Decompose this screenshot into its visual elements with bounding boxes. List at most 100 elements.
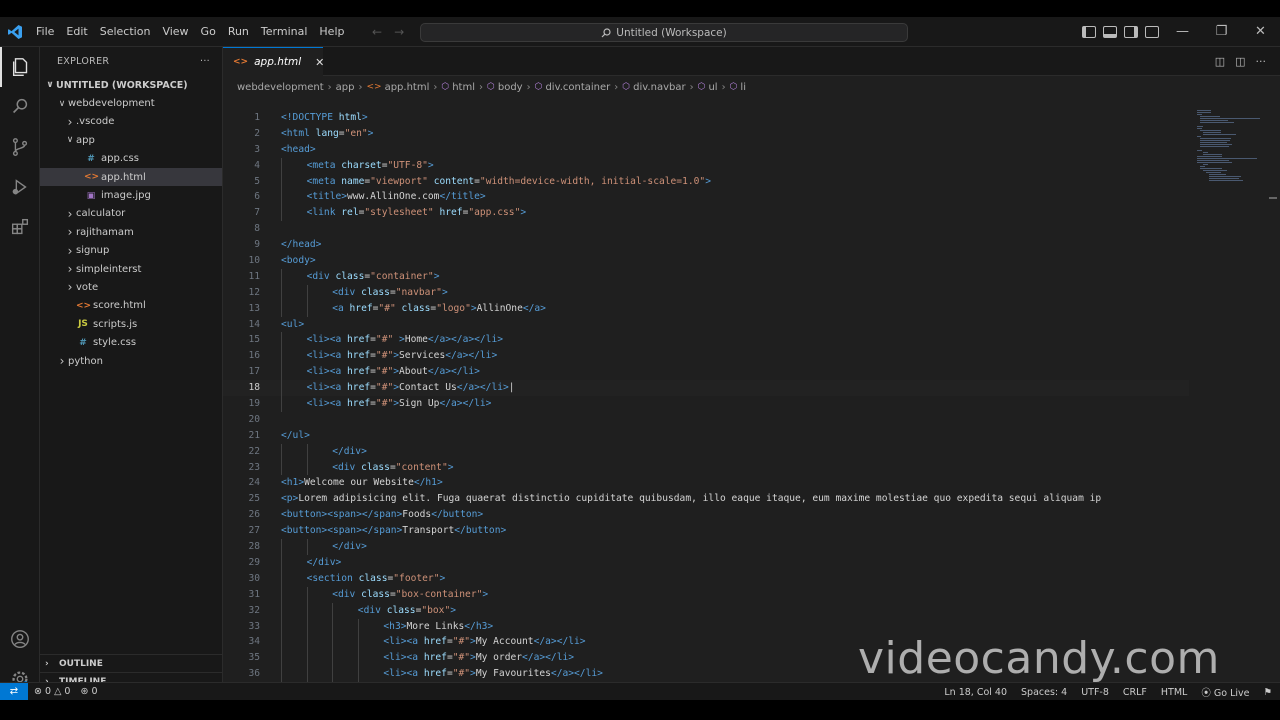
tab-app-html[interactable]: <> app.html ✕ <box>223 47 324 76</box>
code-line[interactable]: 17 <li><a href="#">About</a></li> <box>223 364 1189 381</box>
code-line[interactable]: 9 </head> <box>223 237 1189 253</box>
back-arrow-icon[interactable]: ← <box>372 25 382 39</box>
tree-item[interactable]: JS scripts.js <box>40 315 222 333</box>
remote-icon[interactable]: ⇄ <box>0 682 28 701</box>
close-tab-icon[interactable]: ✕ <box>315 56 324 69</box>
breadcrumb-item[interactable]: webdevelopment <box>237 82 324 93</box>
split-editor-icon[interactable]: ◫ <box>1235 55 1245 68</box>
more-actions-icon[interactable]: ··· <box>200 56 210 67</box>
code-line[interactable]: 23 <div class="content"> <box>223 459 1189 476</box>
language-mode[interactable]: HTML <box>1161 687 1187 698</box>
cursor-position[interactable]: Ln 18, Col 40 <box>944 687 1007 698</box>
tree-item[interactable]: › signup <box>40 242 222 260</box>
code-line[interactable]: 4 <meta charset="UTF-8"> <box>223 157 1189 174</box>
tree-item[interactable]: › simpleinterst <box>40 260 222 278</box>
menu-selection[interactable]: Selection <box>94 17 157 47</box>
menu-edit[interactable]: Edit <box>60 17 93 47</box>
code-line[interactable]: 14 <ul> <box>223 317 1189 333</box>
toggle-secondary-sidebar-icon[interactable] <box>1124 26 1138 38</box>
tree-item[interactable]: › vote <box>40 278 222 296</box>
tree-item[interactable]: › rajithamam <box>40 223 222 241</box>
code-line[interactable]: 7 <link rel="stylesheet" href="app.css"> <box>223 205 1189 222</box>
notifications-bell-icon[interactable]: ⚑ <box>1263 687 1272 698</box>
tree-item[interactable]: ∨ webdevelopment <box>40 94 222 112</box>
encoding[interactable]: UTF-8 <box>1081 687 1109 698</box>
code-line[interactable]: 2 <html lang="en"> <box>223 126 1189 142</box>
code-line[interactable]: 20 <box>223 412 1189 428</box>
tree-item[interactable]: › .vscode <box>40 113 222 131</box>
code-line[interactable]: 29 </div> <box>223 554 1189 571</box>
code-line[interactable]: 11 <div class="container"> <box>223 268 1189 285</box>
code-line[interactable]: 13 <a href="#" class="logo">AllinOne</a> <box>223 300 1189 317</box>
breadcrumb-item[interactable]: html <box>452 82 475 93</box>
explorer-icon[interactable] <box>0 47 40 87</box>
code-line[interactable]: 18 <li><a href="#">Contact Us</a></li>| <box>223 380 1189 397</box>
code-line[interactable]: 21 </ul> <box>223 428 1189 444</box>
code-line[interactable]: 25 <p>Lorem adipisicing elit. Fuga quaera… <box>223 491 1189 507</box>
code-line[interactable]: 31 <div class="box-container"> <box>223 586 1189 603</box>
code-line[interactable]: 5 <meta name="viewport" content="width=de… <box>223 173 1189 190</box>
tree-item[interactable]: <> score.html <box>40 297 222 315</box>
code-line[interactable]: 19 <li><a href="#">Sign Up</a></li> <box>223 396 1189 412</box>
search-icon[interactable] <box>0 87 40 127</box>
toggle-primary-sidebar-icon[interactable] <box>1082 26 1096 38</box>
minimize-icon[interactable]: — <box>1163 17 1202 47</box>
command-center[interactable]: Untitled (Workspace) <box>420 23 908 42</box>
tree-item[interactable]: ∨ app <box>40 131 222 149</box>
code-line[interactable]: 33 <h3>More Links</h3> <box>223 618 1189 635</box>
close-window-icon[interactable]: ✕ <box>1241 17 1280 47</box>
menu-go[interactable]: Go <box>195 17 222 47</box>
code-line[interactable]: 8 <box>223 221 1189 237</box>
breadcrumb-item[interactable]: app.html <box>385 82 430 93</box>
breadcrumb-item[interactable]: div.navbar <box>633 82 685 93</box>
menu-terminal[interactable]: Terminal <box>255 17 314 47</box>
tree-item[interactable]: ▣ image.jpg <box>40 186 222 204</box>
code-line[interactable]: 6 <title>www.AllinOne.com</title> <box>223 189 1189 206</box>
menu-run[interactable]: Run <box>222 17 255 47</box>
code-line[interactable]: 15 <li><a href="#" >Home</a></a></li> <box>223 332 1189 349</box>
menu-file[interactable]: File <box>30 17 60 47</box>
code-line[interactable]: 24 <h1>Welcome our Website</h1> <box>223 475 1189 491</box>
accounts-icon[interactable] <box>0 619 40 659</box>
extensions-icon[interactable] <box>0 207 40 247</box>
ports-indicator[interactable]: ⊛ 0 <box>80 686 97 697</box>
menu-help[interactable]: Help <box>313 17 350 47</box>
tree-item[interactable]: <> app.html <box>40 167 222 187</box>
forward-arrow-icon[interactable]: → <box>394 25 404 39</box>
code-line[interactable]: 22 </div> <box>223 443 1189 460</box>
customize-layout-icon[interactable] <box>1145 26 1159 38</box>
tree-item[interactable]: # app.css <box>40 150 222 168</box>
code-line[interactable]: 12 <div class="navbar"> <box>223 284 1189 301</box>
code-line[interactable]: 1 <!DOCTYPE html> <box>223 110 1189 126</box>
code-editor[interactable]: 1 <!DOCTYPE html> 2 <html lang="en"> 3 <head>… <box>223 110 1189 690</box>
restore-icon[interactable]: ❐ <box>1202 17 1241 47</box>
indentation[interactable]: Spaces: 4 <box>1021 687 1067 698</box>
source-control-icon[interactable] <box>0 127 40 167</box>
breadcrumb-item[interactable]: body <box>498 82 523 93</box>
more-editor-actions-icon[interactable]: ··· <box>1256 55 1267 68</box>
menu-view[interactable]: View <box>156 17 194 47</box>
tree-item[interactable]: # style.css <box>40 333 222 351</box>
tree-item[interactable]: › python <box>40 352 222 370</box>
toggle-panel-icon[interactable] <box>1103 26 1117 38</box>
code-line[interactable]: 30 <section class="footer"> <box>223 570 1189 587</box>
code-line[interactable]: 26 <button><span></span>Foods</button> <box>223 507 1189 523</box>
code-line[interactable]: 28 </div> <box>223 539 1189 555</box>
minimap[interactable] <box>1189 98 1269 690</box>
code-line[interactable]: 16 <li><a href="#">Services</a></li> <box>223 348 1189 365</box>
go-live-button[interactable]: ⦿ Go Live <box>1201 685 1249 699</box>
breadcrumb-item[interactable]: li <box>740 82 746 93</box>
breadcrumb-item[interactable]: div.container <box>545 82 610 93</box>
workspace-root[interactable]: ∨ UNTITLED (WORKSPACE) <box>40 76 222 94</box>
code-line[interactable]: 3 <head> <box>223 142 1189 158</box>
code-line[interactable]: 32 <div class="box"> <box>223 602 1189 619</box>
tree-item[interactable]: › calculator <box>40 205 222 223</box>
line-ending[interactable]: CRLF <box>1123 687 1147 698</box>
run-debug-icon[interactable] <box>0 167 40 207</box>
breadcrumb-item[interactable]: app <box>336 82 355 93</box>
code-line[interactable]: 10 <body> <box>223 253 1189 269</box>
outline-section[interactable]: › OUTLINE <box>40 654 223 672</box>
open-preview-icon[interactable]: ◫ <box>1215 55 1225 68</box>
code-line[interactable]: 27 <button><span></span>Transport</button… <box>223 523 1189 539</box>
breadcrumb-item[interactable]: ul <box>708 82 717 93</box>
